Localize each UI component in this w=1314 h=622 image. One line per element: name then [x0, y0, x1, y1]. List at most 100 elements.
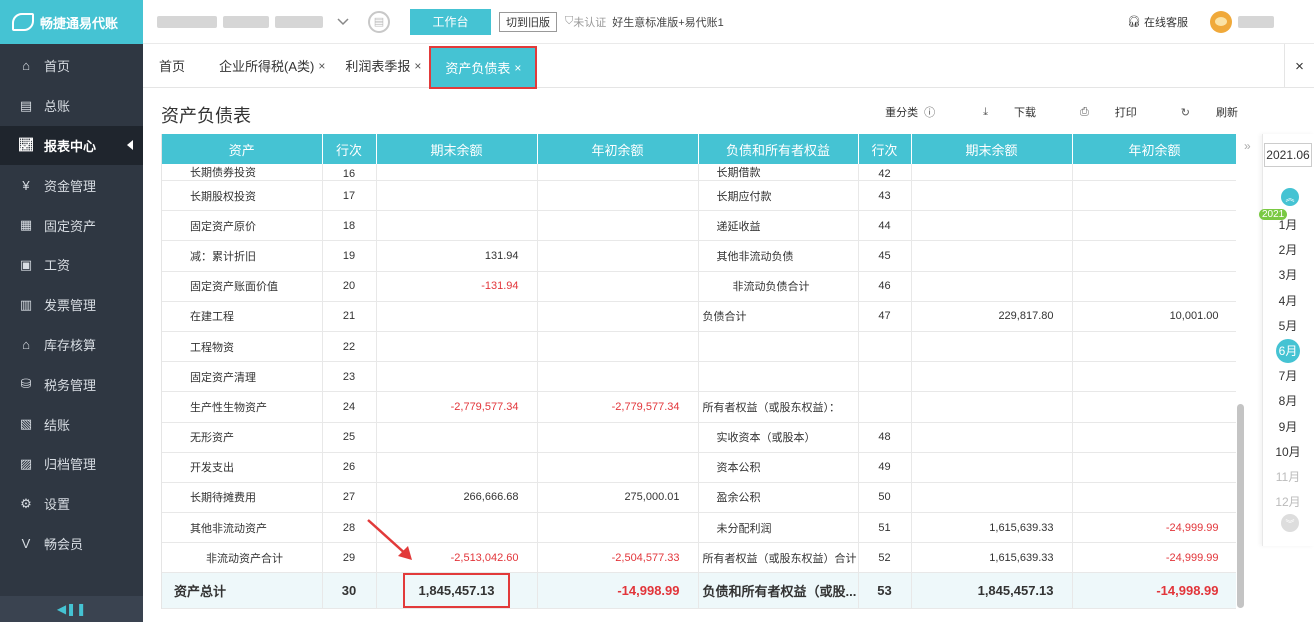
- print-button[interactable]: ⎙ 打印: [1058, 104, 1137, 120]
- asset-end-balance[interactable]: [376, 452, 538, 483]
- sidebar-item-3[interactable]: ¥ 资金管理: [0, 165, 143, 205]
- liability-end-balance[interactable]: [911, 271, 1073, 302]
- month-item[interactable]: 5月: [1262, 313, 1314, 338]
- asset-begin-balance[interactable]: 275,000.01: [537, 482, 699, 514]
- asset-end-balance[interactable]: [376, 331, 538, 363]
- month-item[interactable]: 4月: [1262, 288, 1314, 313]
- asset-begin-balance[interactable]: -2,779,577.34: [537, 391, 699, 423]
- sidebar-item-9[interactable]: ▧ 结账: [0, 404, 143, 444]
- collapse-panel-icon[interactable]: »: [1244, 139, 1251, 153]
- verification-status[interactable]: ⛉ 未认证: [565, 14, 606, 30]
- liability-end-balance[interactable]: 229,817.80: [911, 301, 1073, 332]
- liability-total-end-balance[interactable]: 1,845,457.13: [911, 572, 1073, 609]
- balance-sheet-table-container[interactable]: 资产 行次 期末余额 年初余额 负债和所有者权益 行次 期末余额 年初余额 长期债券投资 16 长…: [161, 134, 1236, 609]
- liability-end-balance[interactable]: [911, 240, 1073, 272]
- month-item[interactable]: 10月: [1262, 439, 1314, 464]
- asset-end-balance[interactable]: -131.94: [376, 271, 538, 302]
- asset-end-balance[interactable]: -2,779,577.34: [376, 391, 538, 423]
- refresh-button[interactable]: ↻ 刷新: [1159, 104, 1238, 120]
- workbench-button[interactable]: 工作台: [410, 8, 491, 35]
- asset-end-balance[interactable]: [376, 301, 538, 332]
- liability-end-balance[interactable]: [911, 452, 1073, 483]
- liability-end-balance[interactable]: 1,615,639.33: [911, 512, 1073, 544]
- liability-begin-balance[interactable]: [1072, 210, 1236, 242]
- chevron-down-icon[interactable]: ︾: [1281, 514, 1299, 532]
- app-logo[interactable]: 畅捷通易代账: [0, 0, 143, 44]
- column-header[interactable]: 行次: [858, 134, 912, 164]
- liability-end-balance[interactable]: [911, 422, 1073, 453]
- asset-end-balance[interactable]: [376, 210, 538, 242]
- asset-end-balance[interactable]: [376, 361, 538, 393]
- asset-begin-balance[interactable]: [537, 164, 699, 181]
- liability-begin-balance[interactable]: [1072, 331, 1236, 363]
- liability-begin-balance[interactable]: -24,999.99: [1072, 542, 1236, 574]
- liability-begin-balance[interactable]: [1072, 361, 1236, 393]
- sidebar-item-2[interactable]: 📈︎ 报表中心: [0, 125, 143, 166]
- asset-begin-balance[interactable]: [537, 422, 699, 453]
- asset-end-balance[interactable]: [376, 180, 538, 212]
- liability-begin-balance[interactable]: [1072, 180, 1236, 212]
- liability-end-balance[interactable]: [911, 180, 1073, 212]
- month-item[interactable]: 1月: [1262, 212, 1314, 237]
- download-button[interactable]: ⤓ 下载: [961, 104, 1036, 120]
- month-item[interactable]: 2月: [1262, 237, 1314, 262]
- close-tab-icon[interactable]: ×: [318, 59, 325, 73]
- tab-1[interactable]: 企业所得税(A类) ×: [209, 44, 335, 87]
- liability-end-balance[interactable]: 1,615,639.33: [911, 542, 1073, 574]
- calendar-icon[interactable]: ▤: [368, 10, 390, 33]
- liability-begin-balance[interactable]: [1072, 452, 1236, 483]
- asset-end-balance[interactable]: 131.94: [376, 240, 538, 272]
- asset-begin-balance[interactable]: -2,504,577.33: [537, 542, 699, 574]
- liability-end-balance[interactable]: [911, 391, 1073, 423]
- sidebar-item-4[interactable]: ▦ 固定资产: [0, 205, 143, 245]
- column-header[interactable]: 负债和所有者权益: [698, 134, 859, 164]
- chevron-up-icon[interactable]: ︽: [1281, 188, 1299, 206]
- company-selector[interactable]: [157, 11, 362, 33]
- liability-begin-balance[interactable]: [1072, 422, 1236, 453]
- sidebar-item-10[interactable]: ▨ 归档管理: [0, 444, 143, 484]
- asset-end-balance[interactable]: [376, 422, 538, 453]
- switch-old-version-button[interactable]: 切到旧版: [499, 11, 557, 32]
- close-tab-icon[interactable]: ×: [414, 59, 421, 73]
- liability-begin-balance[interactable]: 10,001.00: [1072, 301, 1236, 332]
- sidebar-item-0[interactable]: ⌂ 首页: [0, 46, 143, 86]
- column-header[interactable]: 资产: [162, 134, 323, 164]
- liability-begin-balance[interactable]: -24,999.99: [1072, 512, 1236, 544]
- sidebar-item-6[interactable]: ▥ 发票管理: [0, 285, 143, 325]
- asset-end-balance[interactable]: [376, 164, 538, 181]
- asset-total-end-balance[interactable]: 1,845,457.13: [376, 572, 538, 609]
- sidebar-item-7[interactable]: ⌂ 库存核算: [0, 325, 143, 365]
- liability-end-balance[interactable]: [911, 164, 1073, 181]
- period-display[interactable]: 2021.06: [1264, 143, 1312, 167]
- asset-begin-balance[interactable]: [537, 452, 699, 483]
- sidebar-item-5[interactable]: ▣ 工资: [0, 245, 143, 285]
- tab-0[interactable]: 首页: [143, 44, 209, 87]
- close-tab-icon[interactable]: ×: [514, 61, 521, 75]
- asset-begin-balance[interactable]: [537, 240, 699, 272]
- liability-end-balance[interactable]: [911, 210, 1073, 242]
- month-item[interactable]: 6月: [1262, 338, 1314, 363]
- asset-begin-balance[interactable]: [537, 301, 699, 332]
- liability-begin-balance[interactable]: [1072, 482, 1236, 514]
- column-header[interactable]: 行次: [322, 134, 377, 164]
- avatar[interactable]: [1210, 10, 1232, 33]
- column-header[interactable]: 年初余额: [1072, 134, 1236, 164]
- help-icon[interactable]: ⓘ: [924, 104, 935, 120]
- table-scrollbar[interactable]: [1237, 404, 1244, 608]
- chevron-down-icon[interactable]: [333, 12, 353, 32]
- liability-begin-balance[interactable]: [1072, 240, 1236, 272]
- sidebar-item-12[interactable]: V 畅会员: [0, 524, 143, 564]
- asset-begin-balance[interactable]: [537, 361, 699, 393]
- liability-end-balance[interactable]: [911, 361, 1073, 393]
- asset-end-balance[interactable]: 266,666.68: [376, 482, 538, 514]
- collapse-sidebar-button[interactable]: ◀❚❚: [0, 596, 143, 622]
- liability-begin-balance[interactable]: [1072, 391, 1236, 423]
- liability-end-balance[interactable]: [911, 331, 1073, 363]
- online-support-link[interactable]: 🎧︎ 在线客服: [1127, 14, 1188, 30]
- month-item[interactable]: 9月: [1262, 414, 1314, 439]
- liability-end-balance[interactable]: [911, 482, 1073, 514]
- column-header[interactable]: 期末余额: [376, 134, 538, 164]
- asset-begin-balance[interactable]: [537, 210, 699, 242]
- asset-begin-balance[interactable]: [537, 180, 699, 212]
- sidebar-item-1[interactable]: ▤ 总账: [0, 86, 143, 126]
